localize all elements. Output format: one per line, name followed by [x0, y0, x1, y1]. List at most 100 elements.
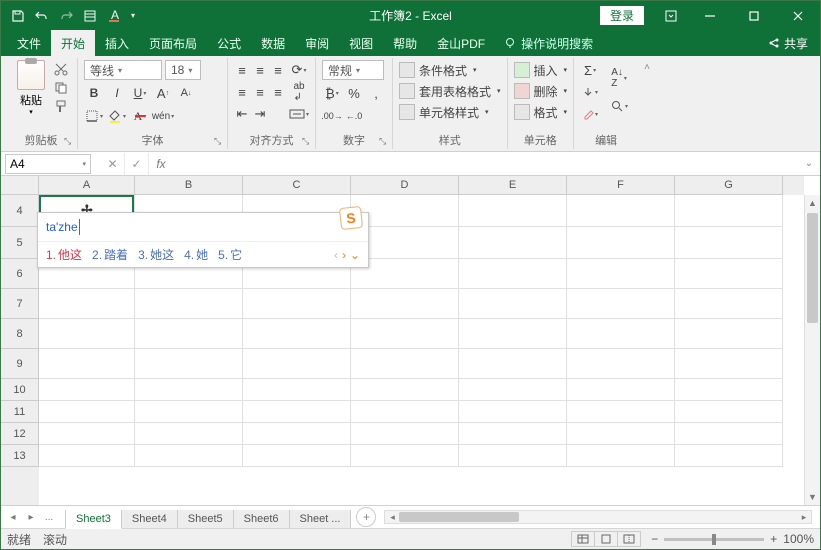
scroll-left-icon[interactable]: ◂: [385, 512, 399, 523]
decrease-font-button[interactable]: A↓: [176, 83, 196, 103]
ime-candidate[interactable]: 1.他这: [46, 246, 82, 263]
format-painter-icon[interactable]: [53, 99, 71, 117]
row-header[interactable]: 6: [1, 259, 39, 289]
cell[interactable]: [135, 401, 243, 423]
cell[interactable]: [39, 319, 135, 349]
cell[interactable]: [567, 401, 675, 423]
scroll-right-icon[interactable]: ▸: [797, 512, 811, 523]
expand-formula-bar-icon[interactable]: ⌄: [798, 158, 820, 169]
undo-icon[interactable]: [31, 5, 53, 27]
scroll-down-icon[interactable]: ▼: [805, 489, 820, 505]
cell[interactable]: [675, 195, 783, 227]
font-size-dropdown[interactable]: 18▾: [165, 60, 201, 80]
cell[interactable]: [135, 423, 243, 445]
cell-styles-button[interactable]: 单元格样式▾: [399, 102, 501, 122]
cell[interactable]: [135, 349, 243, 379]
clipboard-launcher-icon[interactable]: ⤡: [64, 136, 74, 146]
row-header[interactable]: 5: [1, 227, 39, 259]
cell[interactable]: [39, 401, 135, 423]
cell[interactable]: [567, 423, 675, 445]
tab-review[interactable]: 审阅: [295, 30, 339, 56]
cell[interactable]: [675, 445, 783, 467]
minimize-button[interactable]: [688, 2, 732, 30]
cell[interactable]: [243, 289, 351, 319]
cell[interactable]: [459, 319, 567, 349]
ime-candidate[interactable]: 5.它: [218, 246, 242, 263]
cell[interactable]: [39, 379, 135, 401]
col-header[interactable]: A: [39, 176, 135, 195]
cell[interactable]: [459, 423, 567, 445]
cell[interactable]: [459, 259, 567, 289]
align-top-icon[interactable]: ≡: [234, 60, 250, 80]
share-button[interactable]: 共享: [756, 35, 820, 52]
ime-candidate[interactable]: 3.她这: [138, 246, 174, 263]
add-sheet-button[interactable]: +: [356, 507, 376, 527]
sheet-tab[interactable]: Sheet4: [121, 510, 178, 529]
row-header[interactable]: 4: [1, 195, 39, 227]
redo-icon[interactable]: [55, 5, 77, 27]
cell[interactable]: [567, 227, 675, 259]
close-button[interactable]: [776, 2, 820, 30]
tell-me-search[interactable]: 操作说明搜索: [495, 35, 601, 52]
paste-button[interactable]: 粘贴 ▾: [11, 60, 51, 117]
col-header[interactable]: F: [567, 176, 675, 195]
cell[interactable]: [351, 289, 459, 319]
ime-menu-icon[interactable]: ⌄: [350, 248, 360, 262]
fill-color-button[interactable]: ▾: [107, 106, 127, 126]
zoom-slider[interactable]: [664, 538, 764, 541]
cell[interactable]: [39, 289, 135, 319]
col-header[interactable]: C: [243, 176, 351, 195]
cancel-formula-icon[interactable]: ✕: [101, 153, 125, 175]
wrap-text-button[interactable]: ab↲: [289, 82, 309, 102]
row-header[interactable]: 9: [1, 349, 39, 379]
clear-button[interactable]: ▾: [580, 104, 600, 124]
number-format-dropdown[interactable]: 常规▾: [322, 60, 384, 80]
ime-candidate[interactable]: 4.她: [184, 246, 208, 263]
row-headers[interactable]: 45678910111213: [1, 195, 39, 505]
cell[interactable]: [567, 349, 675, 379]
align-right-icon[interactable]: ≡: [270, 82, 286, 102]
formula-input[interactable]: [173, 154, 798, 174]
col-header[interactable]: D: [351, 176, 459, 195]
cell[interactable]: [351, 423, 459, 445]
row-header[interactable]: 13: [1, 445, 39, 467]
cell[interactable]: [459, 401, 567, 423]
ime-nav[interactable]: ‹ › ⌄: [334, 248, 360, 262]
sheet-tab[interactable]: Sheet5: [177, 510, 234, 529]
sort-filter-button[interactable]: A↓Z▾: [606, 68, 632, 88]
cell[interactable]: [675, 349, 783, 379]
conditional-formatting-button[interactable]: 条件格式▾: [399, 60, 501, 80]
qat-customize-icon[interactable]: ▾: [127, 5, 139, 27]
ime-candidate[interactable]: 2.踏着: [92, 246, 128, 263]
decrease-decimal-icon[interactable]: ←.0: [344, 106, 364, 126]
align-center-icon[interactable]: ≡: [252, 82, 268, 102]
cell[interactable]: [243, 349, 351, 379]
align-left-icon[interactable]: ≡: [234, 82, 250, 102]
alignment-launcher-icon[interactable]: ⤡: [302, 136, 312, 146]
sheet-tab[interactable]: Sheet3: [65, 510, 122, 529]
underline-button[interactable]: U▾: [130, 83, 150, 103]
cell[interactable]: [39, 423, 135, 445]
column-headers[interactable]: ABCDEFG: [39, 176, 804, 195]
cell[interactable]: [675, 259, 783, 289]
fx-icon[interactable]: fx: [149, 157, 173, 171]
horizontal-scrollbar[interactable]: ◂ ▸: [384, 510, 812, 524]
ime-next-icon[interactable]: ›: [342, 248, 346, 262]
bold-button[interactable]: B: [84, 83, 104, 103]
row-header[interactable]: 10: [1, 379, 39, 401]
cell[interactable]: [243, 319, 351, 349]
tab-wps-pdf[interactable]: 金山PDF: [427, 30, 495, 56]
number-launcher-icon[interactable]: ⤡: [379, 136, 389, 146]
collapse-ribbon-icon[interactable]: ˄: [638, 58, 656, 149]
cell[interactable]: [675, 227, 783, 259]
sheet-tabs[interactable]: Sheet3Sheet4Sheet5Sheet6Sheet ...: [65, 506, 350, 529]
sheet-tab[interactable]: Sheet6: [233, 510, 290, 529]
increase-indent-icon[interactable]: ⇥: [252, 104, 268, 124]
font-color-qat-icon[interactable]: A: [103, 5, 125, 27]
cell[interactable]: [39, 445, 135, 467]
percent-format-icon[interactable]: %: [344, 83, 364, 103]
col-header[interactable]: G: [675, 176, 783, 195]
cell[interactable]: [567, 289, 675, 319]
col-header[interactable]: B: [135, 176, 243, 195]
cell[interactable]: [39, 349, 135, 379]
